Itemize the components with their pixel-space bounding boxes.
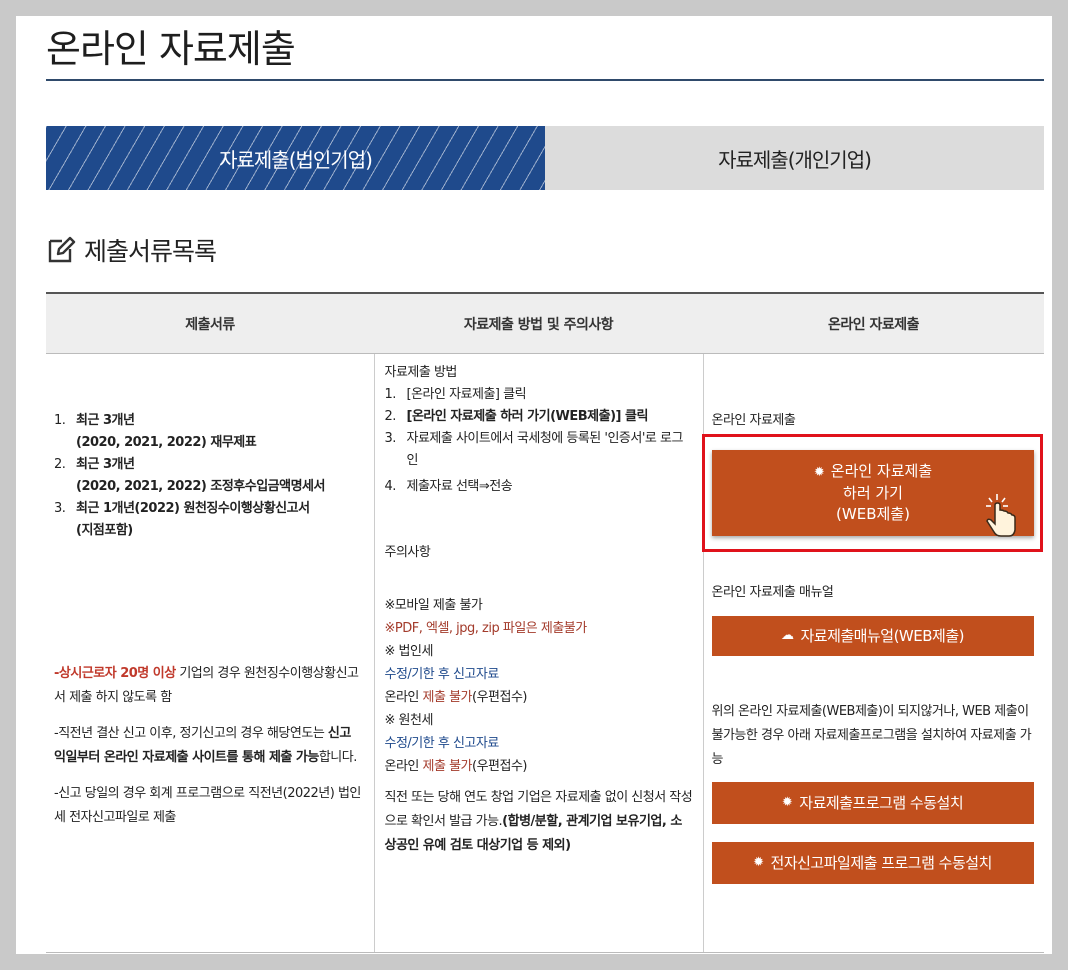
note-same-day: -신고 당일의 경우 회계 프로그램으로 직전년(2022년) 법인세 전자신고… [54,786,361,825]
caution-withholding-online: 온라인 제출 불가(우편접수) [384,759,528,774]
online-submit-line3: (WEB제출) [836,505,910,523]
caution-withholding-amend: 수정/기한 후 신고자료 [384,736,500,751]
method-title: 자료제출 방법 [384,365,458,380]
documents-table: 제출서류 자료제출 방법 및 주의사항 온라인 자료제출 1. 최근 3개년 (20… [46,292,1044,953]
caution-file-types: ※PDF, 엑셀, jpg, zip 파일은 제출불가 [384,621,588,636]
title-divider [46,79,1044,81]
caution-withholding: ※ 원천세 [384,713,434,728]
caution-block: ※모바일 제출 불가 ※PDF, 엑셀, jpg, zip 파일은 제출불가 ※… [385,594,693,858]
cloud-icon: ☁ [780,628,794,643]
documents-cell: 1. 최근 3개년 (2020, 2021, 2022) 재무제표 2. 최근 3개년… [46,353,374,953]
header-documents: 제출서류 [46,292,374,354]
online-label: 온라인 자료제출 [711,413,796,428]
list-item: 3. 자료제출 사이트에서 국세청에 등록된 '인증서'로 로그인 [384,431,684,468]
list-item: 2. [온라인 자료제출 하러 가기(WEB제출)] 클릭 [384,409,649,424]
header-method: 자료제출 방법 및 주의사항 [374,292,703,354]
page: 온라인 자료제출 자료제출(법인기업) 자료제출(개인기업) 제출서류목록 제출… [16,16,1052,954]
manual-label: 온라인 자료제출 매뉴얼 [711,585,834,600]
tab-corporate[interactable]: 자료제출(법인기업) [46,126,545,190]
note-workers: -상시근로자 20명 이상 기업의 경우 원천징수이행상황신고서 제출 하지 않… [54,666,359,705]
online-submit-line2: 하러 가기 [843,484,903,502]
tab-bar: 자료제출(법인기업) 자료제출(개인기업) [46,126,1044,190]
hand-pointer-icon [986,494,1016,537]
install-program-button[interactable]: ✹ 자료제출프로그램 수동설치 [711,782,1034,824]
section-heading: 제출서류목록 [46,232,217,268]
online-submit-line1: 온라인 자료제출 [830,462,933,480]
list-item: 3. 최근 1개년(2022) 원천징수이행상황신고서 (지점포함) [54,501,310,538]
edit-icon [48,236,76,263]
online-submit-button[interactable]: ✹ 온라인 자료제출 하러 가기 (WEB제출) [712,450,1034,537]
efile-program-button[interactable]: ✹ 전자신고파일제출 프로그램 수동설치 [711,842,1034,884]
caution-title: 주의사항 [384,545,431,560]
notes: -상시근로자 20명 이상 기업의 경우 원천징수이행상황신고서 제출 하지 않… [54,662,366,830]
gear-icon: ✹ [813,465,825,480]
method-steps: 1. [온라인 자료제출] 클릭 2. [온라인 자료제출 하러 가기(WEB제출)… [385,384,693,498]
list-item: 1. [온라인 자료제출] 클릭 [384,387,527,402]
manual-button[interactable]: ☁ 자료제출매뉴얼(WEB제출) [711,616,1034,656]
tab-individual[interactable]: 자료제출(개인기업) [545,126,1044,190]
caution-corp-online: 온라인 제출 불가(우편접수) [384,690,528,705]
section-title: 제출서류목록 [84,237,217,266]
caution-startup: 직전 또는 당해 연도 창업 기업은 자료제출 없이 신청서 작성으로 확인서 … [384,790,693,853]
caution-mobile: ※모바일 제출 불가 [384,598,483,613]
page-title: 온라인 자료제출 [46,27,296,71]
list-item: 2. 최근 3개년 (2020, 2021, 2022) 조정후수입금액명세서 [54,457,325,494]
caution-corp-tax: ※ 법인세 [384,644,434,659]
gear-icon: ✹ [753,855,764,870]
fallback-text: 위의 온라인 자료제출(WEB제출)이 되지않거나, WEB 제출이 불가능한 … [711,704,1032,767]
note-period: -직전년 결산 신고 이후, 정기신고의 경우 해당연도는 신고 익일부터 온라… [54,726,357,765]
method-cell: 자료제출 방법 1. [온라인 자료제출] 클릭 2. [온라인 자료제출 하러 가… [373,353,703,953]
gear-icon: ✹ [781,795,793,810]
document-list: 1. 최근 3개년 (2020, 2021, 2022) 재무제표 2. 최근 3개년… [54,410,366,542]
caution-corp-amend: 수정/기한 후 신고자료 [384,667,500,682]
list-item: 1. 최근 3개년 (2020, 2021, 2022) 재무제표 [54,413,257,450]
list-item: 4. 제출자료 선택⇒전송 [384,479,513,494]
header-online: 온라인 자료제출 [703,292,1044,354]
